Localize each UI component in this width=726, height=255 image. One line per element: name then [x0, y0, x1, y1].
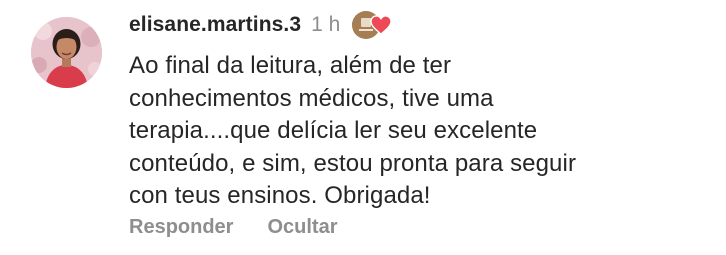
reply-button[interactable]: Responder [129, 216, 233, 239]
comment: elisane.martins.3 1 h Ao final da leitur… [0, 0, 726, 255]
comment-text-line: con teus ensinos. Obrigada! [129, 182, 431, 209]
comment-text: Ao final da leitura, além de ter conheci… [129, 50, 699, 213]
comment-text-line: conhecimentos médicos, tive uma [129, 84, 494, 112]
avatar[interactable] [31, 17, 102, 88]
username[interactable]: elisane.martins.3 [129, 13, 301, 37]
comment-header: elisane.martins.3 1 h [129, 10, 393, 40]
heart-icon [370, 15, 393, 35]
comment-actions: Responder Ocultar [129, 216, 338, 239]
comment-text-line: conteúdo, e sim, estou pronta para segui… [129, 149, 577, 177]
timestamp: 1 h [311, 13, 341, 36]
comment-text-line: terapia....que delícia ler seu excelente [129, 117, 538, 144]
comment-text-line: Ao final da leitura, além de ter [129, 52, 452, 79]
user-avatar-image [31, 17, 102, 88]
author-liked-badge [352, 11, 393, 39]
hide-button[interactable]: Ocultar [267, 216, 337, 239]
